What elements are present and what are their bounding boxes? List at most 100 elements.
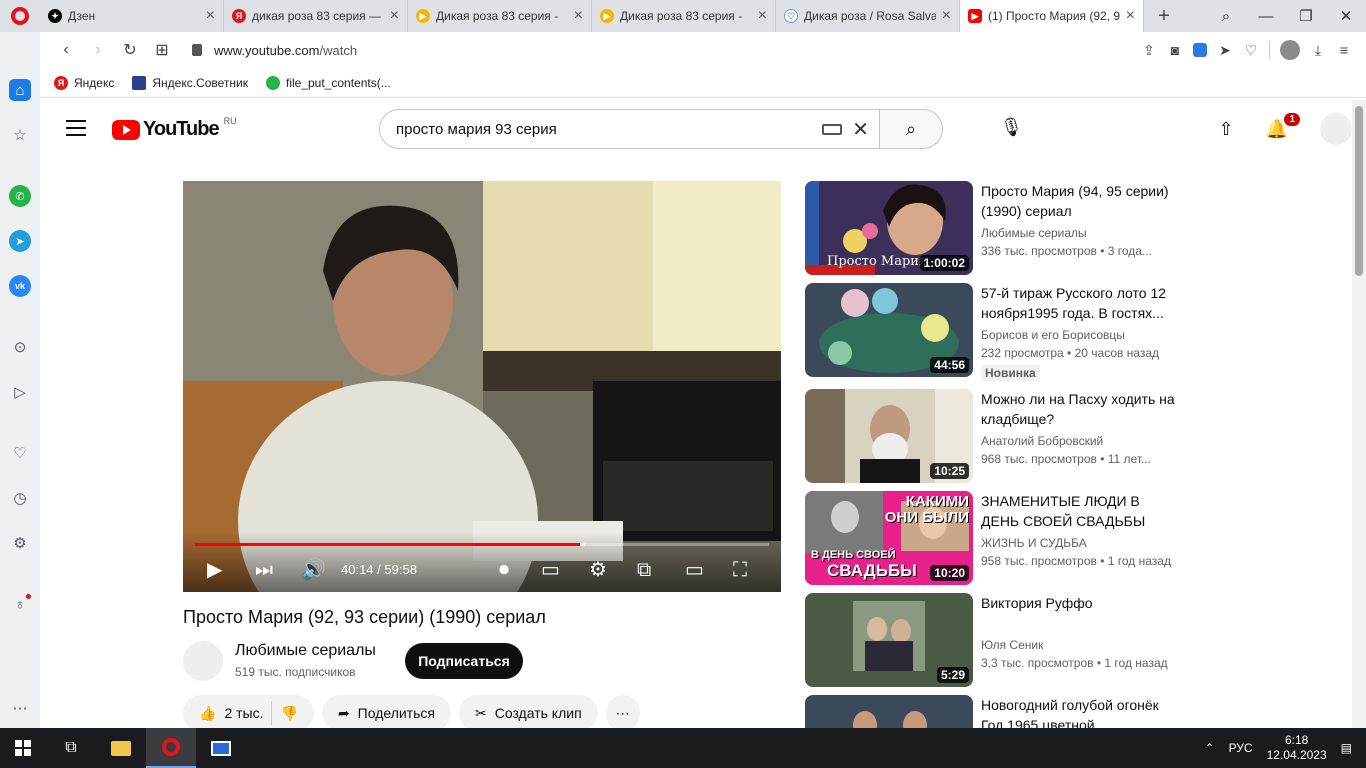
chevron-up-icon[interactable]: ⌃ [1205, 741, 1215, 755]
close-tab-icon[interactable]: × [390, 7, 399, 25]
like-count[interactable]: 2 тыс. [224, 705, 263, 721]
browser-tab[interactable]: ♡ Дикая роза / Rosa Salva × [776, 0, 960, 32]
downloads-icon[interactable]: ⤓ [1310, 42, 1326, 59]
subscribe-button[interactable]: Подписаться [405, 643, 523, 679]
settings-gear-icon[interactable]: ⚙ [589, 560, 607, 580]
scrollbar-thumb[interactable] [1355, 106, 1363, 276]
easy-setup-icon[interactable]: ≡ [1336, 42, 1352, 58]
thumbs-up-icon[interactable]: 👍 [199, 705, 216, 722]
rec-channel[interactable]: ЖИЗНЬ И СУДЬБА [981, 536, 1087, 550]
channel-name[interactable]: Любимые сериалы [235, 642, 376, 660]
minimize-button[interactable]: — [1246, 8, 1286, 25]
opera-logo-icon[interactable] [0, 0, 40, 32]
rec-thumbnail[interactable]: 5:29 [805, 593, 973, 687]
notifications-bell-icon[interactable]: 🔔 1 [1266, 112, 1300, 140]
rec-thumbnail[interactable]: 44:56 [805, 283, 973, 377]
voice-search-mic-icon[interactable]: 🎙 [1000, 117, 1023, 138]
close-tab-icon[interactable]: × [942, 7, 951, 25]
close-tab-icon[interactable]: × [758, 7, 767, 25]
settings-gear-icon[interactable]: ⚙ [9, 532, 31, 554]
browser-tab[interactable]: ✦ Дзен × [40, 0, 224, 32]
app-window-icon[interactable] [196, 728, 246, 768]
start-button[interactable] [0, 740, 46, 756]
thumbs-down-icon[interactable]: 👎 [280, 705, 297, 722]
close-tab-icon[interactable]: × [574, 7, 583, 25]
file-explorer-icon[interactable] [96, 728, 146, 768]
home-icon[interactable]: ⌂ [9, 79, 31, 101]
more-dots-icon[interactable]: ⋯ [9, 697, 31, 719]
language-indicator[interactable]: РУС [1229, 741, 1253, 755]
favorites-heart-icon[interactable]: ♡ [9, 442, 31, 464]
close-tab-icon[interactable]: × [206, 7, 215, 25]
browser-tab[interactable]: Я дикая роза 83 серия — × [224, 0, 408, 32]
browser-tab-active[interactable]: ▶ (1) Просто Мария (92, 9 × [960, 0, 1144, 32]
rec-title[interactable]: Можно ли на Пасху ходить на кладбище? [981, 389, 1181, 429]
vk-icon[interactable]: vk [9, 275, 31, 297]
next-icon[interactable]: ⏭ [255, 560, 273, 580]
restore-button[interactable]: ❐ [1286, 7, 1326, 25]
tabs-grid-icon[interactable]: ⊞ [146, 40, 178, 60]
menu-hamburger-icon[interactable] [66, 120, 86, 136]
tab-search-icon[interactable]: ⌕ [1206, 8, 1246, 25]
youtube-logo[interactable]: YouTube RU [112, 116, 237, 141]
more-actions-button[interactable]: ⋯ [605, 695, 640, 731]
rec-item[interactable]: 5:29 Виктория Руффо Юля Сеник 3,3 тыс. п… [805, 593, 1205, 687]
channel-avatar[interactable] [183, 641, 223, 681]
url-field[interactable]: www.youtube.com/watch [192, 43, 357, 58]
profile-avatar-icon[interactable] [1280, 40, 1300, 60]
account-avatar[interactable] [1320, 113, 1352, 145]
vpn-shield-icon[interactable] [1193, 43, 1207, 57]
create-clip-button[interactable]: ✂ Создать клип [458, 695, 598, 731]
rec-item[interactable]: 10:25 Можно ли на Пасху ходить на кладби… [805, 389, 1205, 483]
volume-icon[interactable]: 🔊 [301, 560, 326, 580]
rec-channel[interactable]: Юля Сеник [981, 638, 1043, 652]
browser-tab[interactable]: ▶ Дикая роза 83 серия - × [408, 0, 592, 32]
rec-item[interactable]: Новогодний голубой огонёк Год 1965 цветн… [805, 695, 1205, 728]
bookmark-yandex-sovetnik[interactable]: Яндекс.Советник [132, 75, 248, 90]
rec-title[interactable]: Просто Мария (94, 95 серии) (1990) сериа… [981, 181, 1181, 221]
forward-button[interactable]: › [82, 41, 114, 59]
history-clock-icon[interactable]: ◷ [9, 487, 31, 509]
opera-taskbar-icon[interactable] [146, 728, 196, 768]
reload-button[interactable]: ↻ [114, 40, 146, 60]
share-button[interactable]: ➦ Поделиться [321, 695, 451, 731]
telegram-icon[interactable]: ➤ [9, 230, 31, 252]
bookmark-yandex[interactable]: Я Яндекс [54, 75, 114, 90]
send-icon[interactable]: ➤ [1217, 42, 1233, 59]
rec-title[interactable]: 57-й тираж Русского лото 12 ноября1995 г… [981, 283, 1181, 323]
browser-tab[interactable]: ▶ Дикая роза 83 серия - × [592, 0, 776, 32]
bookmark-heart-icon[interactable]: ♡ [1243, 42, 1259, 59]
theater-mode-icon[interactable]: ▭ [685, 560, 704, 580]
whatsapp-icon[interactable]: ✆ [9, 185, 31, 207]
autoplay-toggle-icon[interactable]: ⏺ [499, 560, 509, 580]
rec-item[interactable]: КАКИМИ ОНИ БЫЛИ В ДЕНЬ СВОЕЙ СВАДЬБЫ 10:… [805, 491, 1205, 585]
video-player[interactable]: ▶ ⏭ 🔊 40:14 / 59:58 ⏺ ▭ ⚙ ⧉ ▭ ⛶ [183, 181, 781, 592]
rec-channel[interactable]: Любимые сериалы [981, 226, 1087, 240]
subtitles-icon[interactable]: ▭ [541, 560, 560, 580]
progress-bar[interactable] [195, 543, 769, 546]
rec-channel[interactable]: Борисов и его Борисовцы [981, 328, 1125, 342]
rec-thumbnail[interactable]: Просто Мария 1:00:02 [805, 181, 973, 275]
notifications-center-icon[interactable]: ▤ [1341, 741, 1352, 755]
rec-thumbnail[interactable]: КАКИМИ ОНИ БЫЛИ В ДЕНЬ СВОЕЙ СВАДЬБЫ 10:… [805, 491, 973, 585]
send-icon[interactable]: ▷ [9, 381, 31, 403]
bookmark-file-put-contents[interactable]: file_put_contents(... [265, 75, 391, 90]
page-scrollbar[interactable] [1352, 100, 1366, 728]
player-icon[interactable]: ⊙ [9, 336, 31, 358]
search-button[interactable]: ⌕ [879, 109, 943, 149]
back-button[interactable]: ‹ [50, 41, 82, 59]
clock[interactable]: 6:18 12.04.2023 [1267, 733, 1327, 763]
rec-channel[interactable]: Анатолий Бобровский [981, 434, 1103, 448]
fullscreen-icon[interactable]: ⛶ [733, 560, 747, 580]
share-page-icon[interactable]: ⇪ [1141, 42, 1157, 59]
rec-thumbnail[interactable] [805, 695, 973, 728]
close-window-button[interactable]: ✕ [1326, 7, 1366, 25]
rec-title[interactable]: ЗНАМЕНИТЫЕ ЛЮДИ В ДЕНЬ СВОЕЙ СВАДЬБЫ час… [981, 491, 1181, 531]
keyboard-icon[interactable] [822, 123, 843, 135]
rec-title[interactable]: Виктория Руффо [981, 593, 1181, 613]
upload-icon[interactable]: ⇧ [1218, 119, 1233, 140]
snapshot-camera-icon[interactable]: ◙ [1167, 42, 1183, 58]
speed-dial-star-icon[interactable]: ☆ [9, 124, 31, 146]
close-tab-icon[interactable]: × [1126, 7, 1135, 25]
rec-item[interactable]: 44:56 57-й тираж Русского лото 12 ноября… [805, 283, 1205, 381]
